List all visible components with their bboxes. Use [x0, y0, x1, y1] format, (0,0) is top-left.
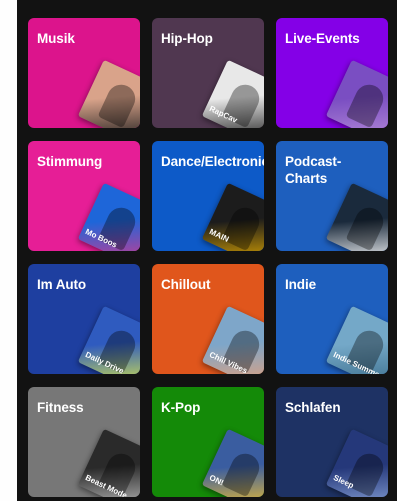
category-tile-podcast-charts[interactable]: Podcast-Charts [276, 141, 388, 251]
cover-art-image: Beast Mode [77, 428, 140, 497]
category-label: Podcast-Charts [285, 154, 342, 186]
category-tile-hip-hop[interactable]: RapCav Hip-Hop [152, 18, 264, 128]
cover-art-figure [221, 449, 264, 497]
cover-art-image: Daily Drive [77, 305, 140, 374]
category-label: Musik [37, 31, 75, 46]
cover-art-figure [345, 449, 388, 497]
category-tile-k-pop[interactable]: ON! K-Pop [152, 387, 264, 497]
category-tile-fitness[interactable]: Beast Mode Fitness [28, 387, 140, 497]
browse-screen: Musik RapCav Hip-Hop Live-Events Mo Boos S… [17, 0, 397, 501]
category-tile-im-auto[interactable]: Daily Drive Im Auto [28, 264, 140, 374]
cover-art-figure [97, 80, 140, 128]
cover-art-image: Chill Vibes [201, 305, 264, 374]
category-label: Im Auto [37, 277, 87, 292]
category-tile-dance-electronic[interactable]: MAIN Dance/Electronic [152, 141, 264, 251]
cover-art-figure [345, 203, 388, 251]
cover-art-figure [221, 203, 264, 251]
category-tile-chillout[interactable]: Chill Vibes Chillout [152, 264, 264, 374]
category-label: Dance/Electronic [161, 154, 264, 169]
category-grid: Musik RapCav Hip-Hop Live-Events Mo Boos S… [28, 18, 388, 497]
category-tile-schlafen[interactable]: Sleep Schlafen [276, 387, 388, 497]
cover-art-figure [345, 80, 388, 128]
category-label: Fitness [37, 400, 84, 415]
category-label: K-Pop [161, 400, 201, 415]
category-label: Schlafen [285, 400, 341, 415]
category-label: Hip-Hop [161, 31, 213, 46]
category-tile-musik[interactable]: Musik [28, 18, 140, 128]
cover-art-image [325, 182, 388, 251]
cover-art-image: MAIN [201, 182, 264, 251]
category-tile-stimmung[interactable]: Mo Boos Stimmung [28, 141, 140, 251]
category-tile-indie[interactable]: Indie Summer Indie [276, 264, 388, 374]
category-label: Stimmung [37, 154, 103, 169]
category-label: Live-Events [285, 31, 360, 46]
cover-art-image: Sleep [325, 428, 388, 497]
cover-art-image [77, 59, 140, 128]
category-tile-live-events[interactable]: Live-Events [276, 18, 388, 128]
cover-art-image: Indie Summer [325, 305, 388, 374]
cover-art-image: RapCav [201, 59, 264, 128]
cover-art-image: Mo Boos [77, 182, 140, 251]
cover-art-image [325, 59, 388, 128]
category-label: Chillout [161, 277, 211, 292]
category-label: Indie [285, 277, 317, 292]
cover-art-image: ON! [201, 428, 264, 497]
